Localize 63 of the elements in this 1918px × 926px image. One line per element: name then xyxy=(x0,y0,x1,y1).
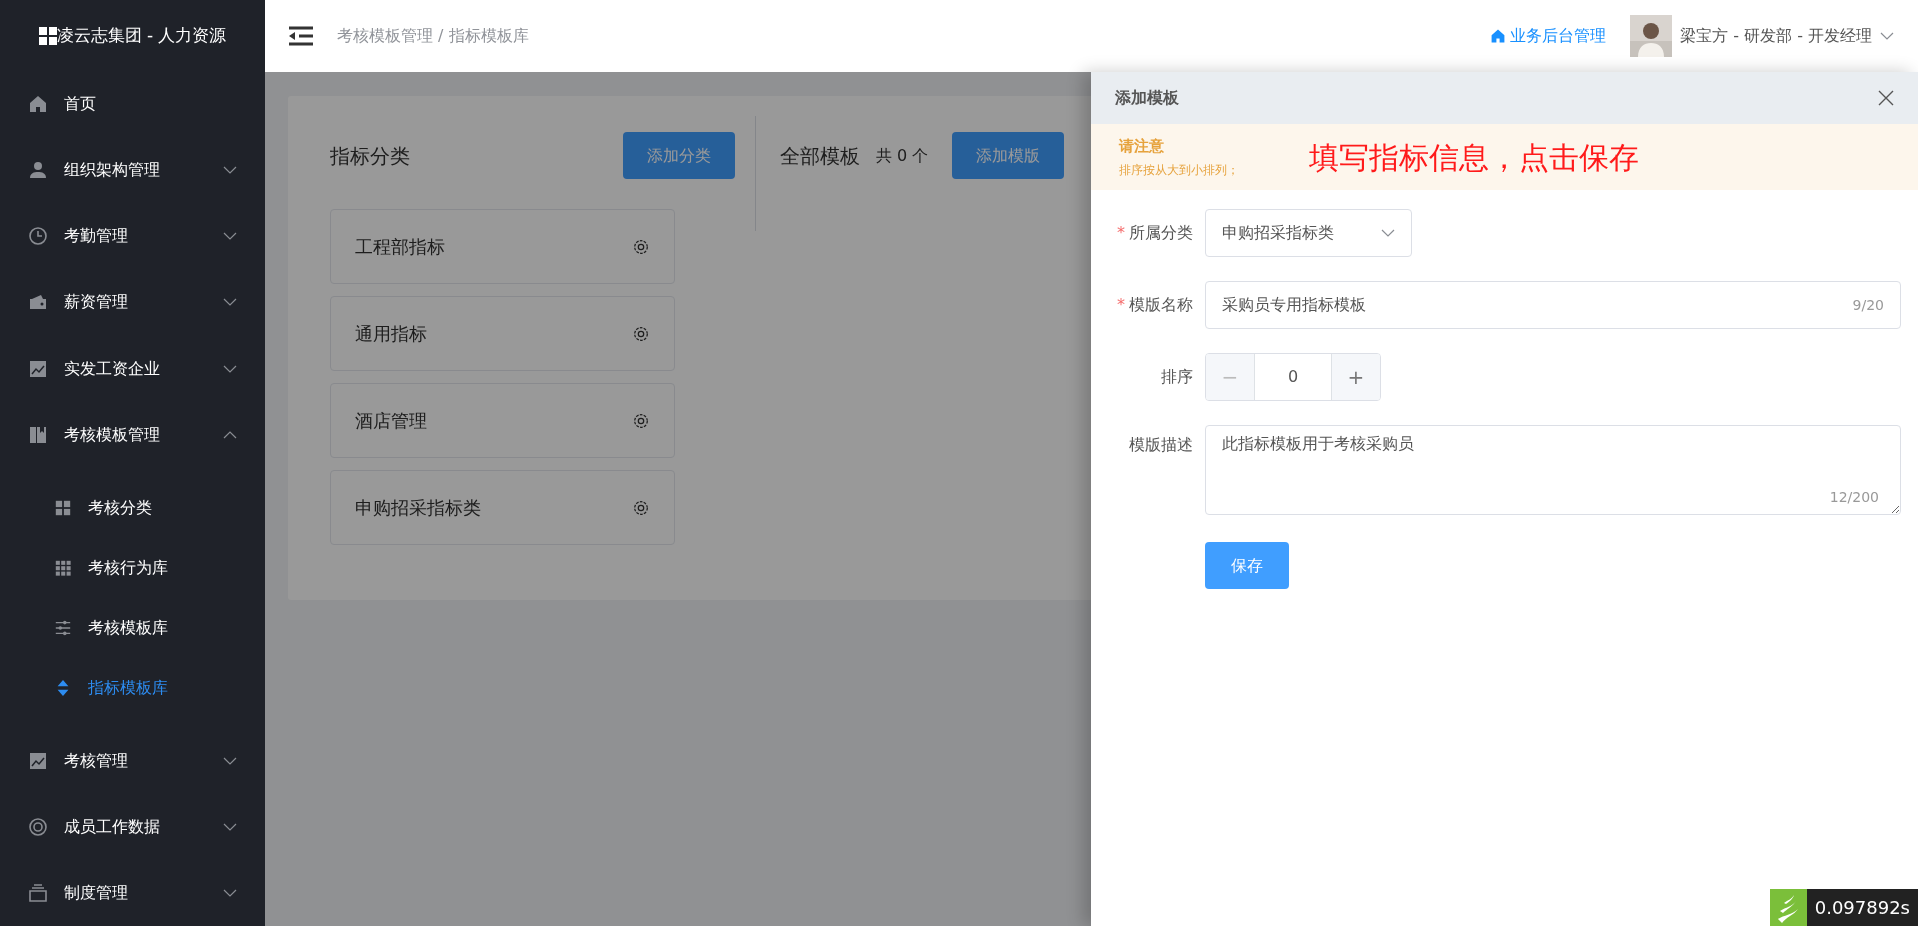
notice-title: 请注意 xyxy=(1119,135,1165,157)
required-mark: * xyxy=(1117,295,1125,314)
sidebar-item[interactable]: 薪资管理 xyxy=(0,269,265,336)
settings-icon xyxy=(632,324,650,343)
input-field[interactable]: 采购员专用指标模板 9/20 xyxy=(1205,281,1901,329)
breadcrumb: 考核模板管理 / 指标模板库 xyxy=(337,25,529,47)
settings-icon xyxy=(632,237,650,256)
user-menu[interactable]: 梁宝方 - 研发部 - 开发经理 xyxy=(1630,15,1894,57)
home-icon xyxy=(28,94,48,115)
sidebar-item[interactable]: 组织架构管理 xyxy=(0,137,265,204)
timer-text: 0.097892s xyxy=(1813,896,1911,920)
field-label: 模版描述 xyxy=(1129,435,1193,454)
tray-icon xyxy=(28,882,48,903)
grid-icon xyxy=(54,498,72,517)
sidebar-item[interactable]: 实发工资企业 xyxy=(0,335,265,402)
field-label: 所属分类 xyxy=(1129,223,1193,242)
sidebar-item[interactable]: 考核管理 xyxy=(0,727,265,794)
grid-icon xyxy=(54,558,72,577)
settings-icon xyxy=(632,411,650,430)
category-item[interactable]: 申购招采指标类 xyxy=(330,470,675,545)
section-title: 全部模板 xyxy=(780,142,860,170)
menu-icon xyxy=(289,26,313,46)
close-button[interactable] xyxy=(1878,90,1894,106)
sidebar-item[interactable]: 首页 xyxy=(0,71,265,138)
lifebuoy-icon xyxy=(28,816,48,837)
field-label: 模版名称 xyxy=(1129,295,1193,314)
sidebar-item[interactable]: 考核模板管理 xyxy=(0,401,265,468)
category-item[interactable]: 通用指标 xyxy=(330,296,675,371)
submenu-item[interactable]: 考核分类 xyxy=(0,477,265,538)
sliders-icon xyxy=(54,618,72,637)
number-input[interactable]: 0 xyxy=(1255,365,1331,389)
sidebar-item[interactable]: 成员工作数据 xyxy=(0,793,265,860)
chart-icon xyxy=(28,358,48,379)
logo-icon xyxy=(38,26,57,45)
character-counter: 12/200 xyxy=(1829,488,1879,507)
close-icon xyxy=(1878,90,1894,106)
submenu-item[interactable]: 指标模板库 xyxy=(0,657,265,718)
settings-icon xyxy=(632,498,650,517)
notice-text: 排序按从大到小排列； xyxy=(1119,162,1239,180)
section-title: 指标分类 xyxy=(330,142,410,170)
user-icon xyxy=(28,160,48,181)
avatar xyxy=(1630,15,1673,57)
sidebar-item[interactable]: 制度管理 xyxy=(0,859,265,926)
chart-icon xyxy=(28,750,48,771)
caret-icon xyxy=(1381,229,1395,237)
category-item[interactable]: 酒店管理 xyxy=(330,383,675,458)
book-icon xyxy=(28,424,48,445)
home-icon xyxy=(1490,28,1507,44)
chevron-down-icon xyxy=(1880,32,1894,40)
select-field[interactable]: 申购招采指标类 xyxy=(1205,209,1412,257)
clock-icon xyxy=(28,226,48,247)
character-counter: 9/20 xyxy=(1852,295,1884,315)
drawer-title: 添加模板 xyxy=(1115,87,1179,109)
category-item[interactable]: 工程部指标 xyxy=(330,209,675,284)
required-mark: * xyxy=(1117,223,1125,242)
annotation-text: 填写指标信息，点击保存 xyxy=(1309,138,1639,177)
submenu-item[interactable]: 考核模板库 xyxy=(0,597,265,658)
field-label: 排序 xyxy=(1161,367,1193,386)
brand-name: 凌云志集团 - 人力资源 xyxy=(56,23,227,47)
submenu-item[interactable]: 考核行为库 xyxy=(0,537,265,598)
template-count: 共 0 个 xyxy=(876,144,929,167)
sidebar-item[interactable]: 考勤管理 xyxy=(0,203,265,270)
increment-button[interactable]: + xyxy=(1331,354,1380,400)
